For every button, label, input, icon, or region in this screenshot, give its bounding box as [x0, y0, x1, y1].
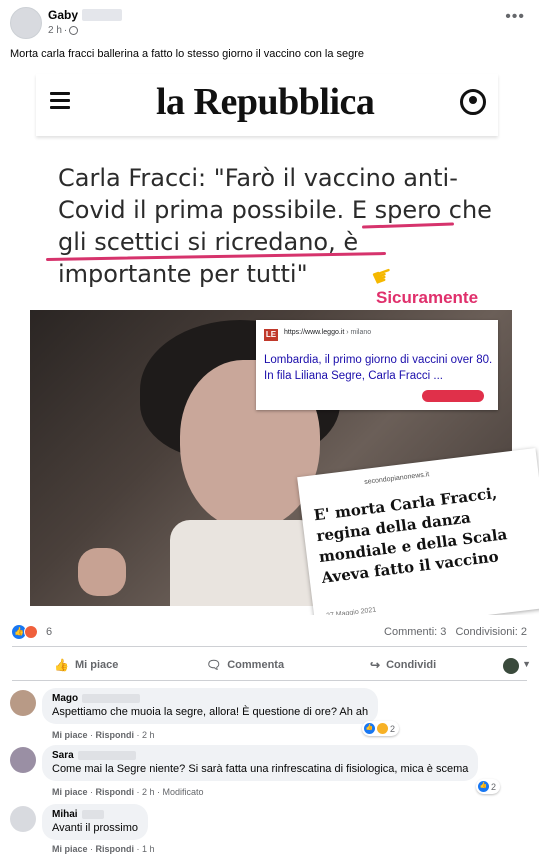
haha-reaction-icon	[377, 723, 388, 734]
angry-reaction-icon[interactable]	[24, 625, 38, 639]
handwritten-annotation: Sicuramente	[376, 288, 479, 307]
commenter-name[interactable]: Sara	[52, 750, 74, 761]
comment-reply-button[interactable]: Rispondi	[96, 730, 135, 740]
comment-time[interactable]: 2 h	[142, 730, 155, 740]
author-surname-redacted	[82, 9, 122, 21]
comment-icon: 🗨	[206, 658, 222, 672]
comment-text: Avanti il prossimo	[52, 822, 138, 834]
divider	[12, 646, 527, 647]
more-options-button[interactable]: •••	[505, 9, 525, 25]
comment-text: Come mai la Segre niente? Si sarà fatta …	[52, 763, 469, 775]
edited-label[interactable]: Modificato	[163, 787, 204, 797]
author-avatar[interactable]	[10, 7, 42, 39]
reaction-summary: 👍 6 Commenti: 3 Condivisioni: 2	[0, 622, 539, 642]
commenter-avatar[interactable]	[10, 806, 36, 832]
comment-label: Commenta	[227, 659, 285, 671]
like-reaction-icon: 👍	[364, 723, 375, 734]
comment-reply-button[interactable]: Rispondi	[96, 844, 135, 854]
comment-meta: Mi piace · Rispondi · 1 h	[52, 844, 155, 854]
post-text: Morta carla fracci ballerina a fatto lo …	[10, 48, 365, 60]
leggo-title: Lombardia, il primo giorno di vaccini ov…	[264, 354, 493, 382]
share-label: Condividi	[386, 659, 437, 671]
article-date: 27 Maggio 2021	[325, 606, 377, 615]
comment-bubble: Mihai Avanti il prossimo	[42, 804, 148, 840]
post-header: Gaby 2 h · •••	[0, 0, 539, 44]
commenter-name[interactable]: Mago	[52, 693, 78, 704]
author-name[interactable]: Gaby	[48, 8, 78, 22]
comment-bubble: Mago Aspettiamo che muoia la segre, allo…	[42, 688, 379, 724]
commenter-name[interactable]: Mihai	[52, 809, 78, 820]
like-button[interactable]: 👍 Mi piace	[54, 658, 118, 672]
meta-separator: ·	[63, 25, 68, 36]
like-reaction-icon: 👍	[478, 781, 489, 792]
comment-button[interactable]: 🗨 Commenta	[206, 658, 284, 672]
post-time[interactable]: 2 h	[48, 25, 62, 36]
comment-like-button[interactable]: Mi piace	[52, 787, 88, 797]
thumbs-up-icon: 👍	[54, 658, 69, 672]
audience-avatar[interactable]	[503, 658, 519, 674]
comment-time[interactable]: 1 h	[142, 844, 155, 854]
share-icon: ↪	[370, 658, 381, 672]
comment-like-button[interactable]: Mi piace	[52, 844, 88, 854]
article-title: E' morta Carla Fracci, regina della danz…	[312, 484, 509, 587]
globe-icon	[69, 26, 79, 35]
comment-like-button[interactable]: Mi piace	[52, 730, 88, 740]
comment-reply-button[interactable]: Rispondi	[96, 787, 135, 797]
comment-reaction-count: 2	[491, 781, 497, 792]
comment-count[interactable]: Commenti: 3	[384, 626, 446, 638]
comment-text: Aspettiamo che muoia la segre, allora! È…	[52, 706, 369, 718]
redacted-name	[77, 751, 136, 760]
hamburger-icon	[50, 92, 70, 109]
comment-reactions[interactable]: 👍 2	[362, 721, 400, 736]
commenter-avatar[interactable]	[10, 690, 36, 716]
article-source: secondopianonews.it	[363, 471, 430, 487]
redacted-name	[82, 694, 141, 703]
like-label: Mi piace	[74, 659, 119, 671]
share-count[interactable]: Condivisioni: 2	[455, 626, 527, 638]
user-icon	[460, 89, 486, 115]
leggo-logo: LE	[264, 329, 278, 341]
comment-meta: Mi piace · Rispondi · 2 h · Modificato	[52, 787, 204, 797]
chevron-down-icon[interactable]: ▼	[522, 659, 531, 669]
divider	[12, 680, 527, 681]
comment-meta: Mi piace · Rispondi · 2 h	[52, 730, 155, 740]
share-button[interactable]: ↪ Condividi	[370, 658, 436, 672]
comment-time[interactable]: 2 h	[142, 787, 155, 797]
engagement-counts: Commenti: 3 Condivisioni: 2	[384, 626, 527, 638]
repubblica-header: la Repubblica	[36, 74, 498, 136]
redacted-name	[81, 810, 104, 819]
comment-reaction-count: 2	[390, 723, 396, 734]
reaction-count[interactable]: 6	[46, 626, 52, 638]
leggo-url: https://www.leggo.it › milano	[284, 329, 372, 336]
leggo-search-result: LE https://www.leggo.it › milano Lombard…	[256, 320, 498, 410]
secondopiano-article: secondopianonews.it E' morta Carla Fracc…	[297, 447, 539, 615]
action-bar: 👍 Mi piace 🗨 Commenta ↪ Condividi ▼	[0, 652, 539, 680]
post-meta: 2 h ·	[48, 25, 79, 36]
repubblica-logo: la Repubblica	[156, 81, 375, 123]
commenter-avatar[interactable]	[10, 747, 36, 773]
post-image[interactable]: la Repubblica Carla Fracci: "Farò il vac…	[0, 70, 539, 615]
red-highlight	[422, 390, 484, 402]
comment-bubble: Sara Come mai la Segre niente? Si sarà f…	[42, 745, 479, 781]
comment-reactions[interactable]: 👍 2	[476, 779, 501, 794]
